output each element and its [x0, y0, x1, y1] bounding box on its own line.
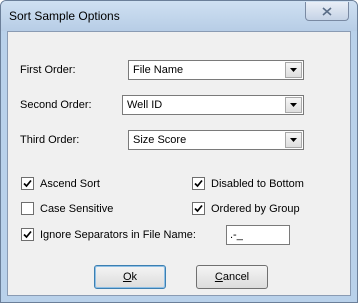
third-order-dropdown-button[interactable]	[285, 132, 302, 148]
ascend-sort-label[interactable]: Ascend Sort	[40, 178, 100, 190]
checkmark-icon	[23, 230, 32, 239]
checkmark-icon	[23, 179, 32, 188]
ignore-separators-label[interactable]: Ignore Separators in File Name:	[40, 229, 196, 241]
chevron-down-icon	[290, 138, 297, 142]
ok-label-rest: k	[131, 271, 138, 283]
case-sensitive-label[interactable]: Case Sensitive	[40, 203, 113, 215]
cancel-button[interactable]: Cancel	[196, 265, 268, 289]
window-title: Sort Sample Options	[9, 9, 120, 23]
chevron-down-icon	[290, 68, 297, 72]
ordered-by-group-checkbox[interactable]	[192, 202, 205, 215]
checkmark-icon	[194, 179, 203, 188]
third-order-select[interactable]: Size Score	[128, 130, 304, 150]
first-order-value: File Name	[133, 64, 184, 76]
first-order-select[interactable]: File Name	[128, 60, 304, 80]
chevron-down-icon	[290, 103, 297, 107]
case-sensitive-checkbox[interactable]	[21, 202, 34, 215]
first-order-label: First Order:	[20, 64, 76, 76]
second-order-select[interactable]: Well ID	[122, 95, 304, 115]
disabled-to-bottom-label[interactable]: Disabled to Bottom	[211, 178, 304, 190]
close-icon	[322, 6, 332, 16]
second-order-value: Well ID	[127, 99, 163, 111]
checkmark-icon	[194, 204, 203, 213]
title-bar[interactable]: Sort Sample Options	[1, 1, 357, 31]
second-order-label: Second Order:	[20, 99, 92, 111]
dialog-window: Sort Sample Options First Order: File Na…	[0, 0, 358, 303]
third-order-value: Size Score	[133, 134, 187, 146]
first-order-dropdown-button[interactable]	[285, 62, 302, 78]
cancel-label-rest: ancel	[222, 271, 250, 283]
disabled-to-bottom-checkbox[interactable]	[192, 177, 205, 190]
close-button[interactable]	[305, 2, 349, 21]
separators-input[interactable]: .-_	[226, 225, 290, 245]
ordered-by-group-label[interactable]: Ordered by Group	[211, 203, 300, 215]
ok-button[interactable]: Ok	[94, 265, 166, 289]
ascend-sort-checkbox[interactable]	[21, 177, 34, 190]
third-order-label: Third Order:	[20, 134, 80, 146]
cancel-mnemonic: C	[214, 271, 223, 283]
ignore-separators-checkbox[interactable]	[21, 228, 34, 241]
second-order-dropdown-button[interactable]	[285, 97, 302, 113]
ok-mnemonic: O	[122, 271, 132, 283]
separators-value: .-_	[230, 229, 243, 241]
dialog-body: First Order: File Name Second Order: Wel…	[7, 31, 351, 296]
